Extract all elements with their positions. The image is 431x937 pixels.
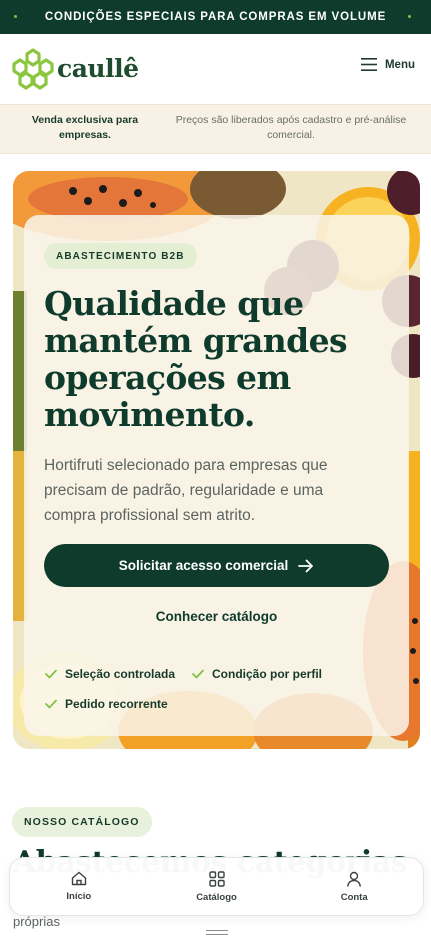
view-catalog-link[interactable]: Conhecer catálogo (44, 609, 389, 624)
hero-card: ABASTECIMENTO B2B Qualidade que mantém g… (24, 215, 409, 736)
promo-text: CONDIÇÕES ESPECIAIS PARA COMPRAS EM VOLU… (44, 11, 387, 23)
hero-title: Qualidade que mantém grandes operações e… (44, 284, 348, 434)
feature-item: Pedido recorrente (45, 697, 168, 711)
catalog-section-badge: NOSSO CATÁLOGO (12, 807, 152, 837)
feature-label: Pedido recorrente (65, 697, 168, 711)
site-header: caullê Menu (0, 34, 431, 104)
decor-dot-right (408, 15, 411, 18)
feature-label: Condição por perfil (212, 667, 323, 681)
feature-label: Seleção controlada (65, 667, 176, 681)
feature-item: Seleção controlada (45, 667, 175, 681)
check-icon (192, 669, 204, 679)
hero-description: Hortifruti selecionado para empresas que… (44, 457, 328, 524)
brand-logo[interactable]: caullê (12, 46, 139, 90)
home-indicator (206, 930, 228, 935)
nav-account[interactable]: Conta (285, 858, 423, 915)
home-icon (71, 871, 87, 886)
arrow-right-icon (298, 559, 314, 572)
pricing-notice: Preços são liberados após cadastro e pré… (175, 114, 407, 141)
feature-item: Condição por perfil (192, 667, 322, 681)
nav-home[interactable]: Início (10, 858, 148, 915)
check-icon (45, 669, 57, 679)
catalog-section-subtitle: próprias (13, 914, 60, 929)
nav-catalog-label: Catálogo (196, 891, 237, 903)
menu-button[interactable]: Menu (360, 58, 415, 71)
user-icon (347, 871, 362, 887)
hero-badge: ABASTECIMENTO B2B (44, 243, 197, 269)
brand-name: caullê (57, 53, 139, 83)
nav-account-label: Conta (340, 891, 368, 903)
nav-catalog[interactable]: Catálogo (148, 858, 286, 915)
request-access-button[interactable]: Solicitar acesso comercial (44, 544, 389, 587)
check-icon (45, 699, 57, 709)
request-access-label: Solicitar acesso comercial (118, 558, 289, 573)
promo-bar: CONDIÇÕES ESPECIAIS PARA COMPRAS EM VOLU… (0, 0, 431, 34)
info-bar: Venda exclusiva para empresas. Preços sã… (0, 104, 431, 154)
hero-banner: ABASTECIMENTO B2B Qualidade que mantém g… (13, 171, 420, 749)
menu-label: Menu (384, 58, 415, 71)
b2b-notice: Venda exclusiva para empresas. (31, 114, 139, 141)
flower-logo-icon (12, 48, 54, 90)
decor-dot-left (14, 15, 17, 18)
grid-icon (208, 870, 225, 887)
nav-home-label: Início (66, 891, 92, 902)
bottom-navigation: Início Catálogo Conta (9, 857, 424, 916)
hamburger-icon (360, 58, 377, 71)
